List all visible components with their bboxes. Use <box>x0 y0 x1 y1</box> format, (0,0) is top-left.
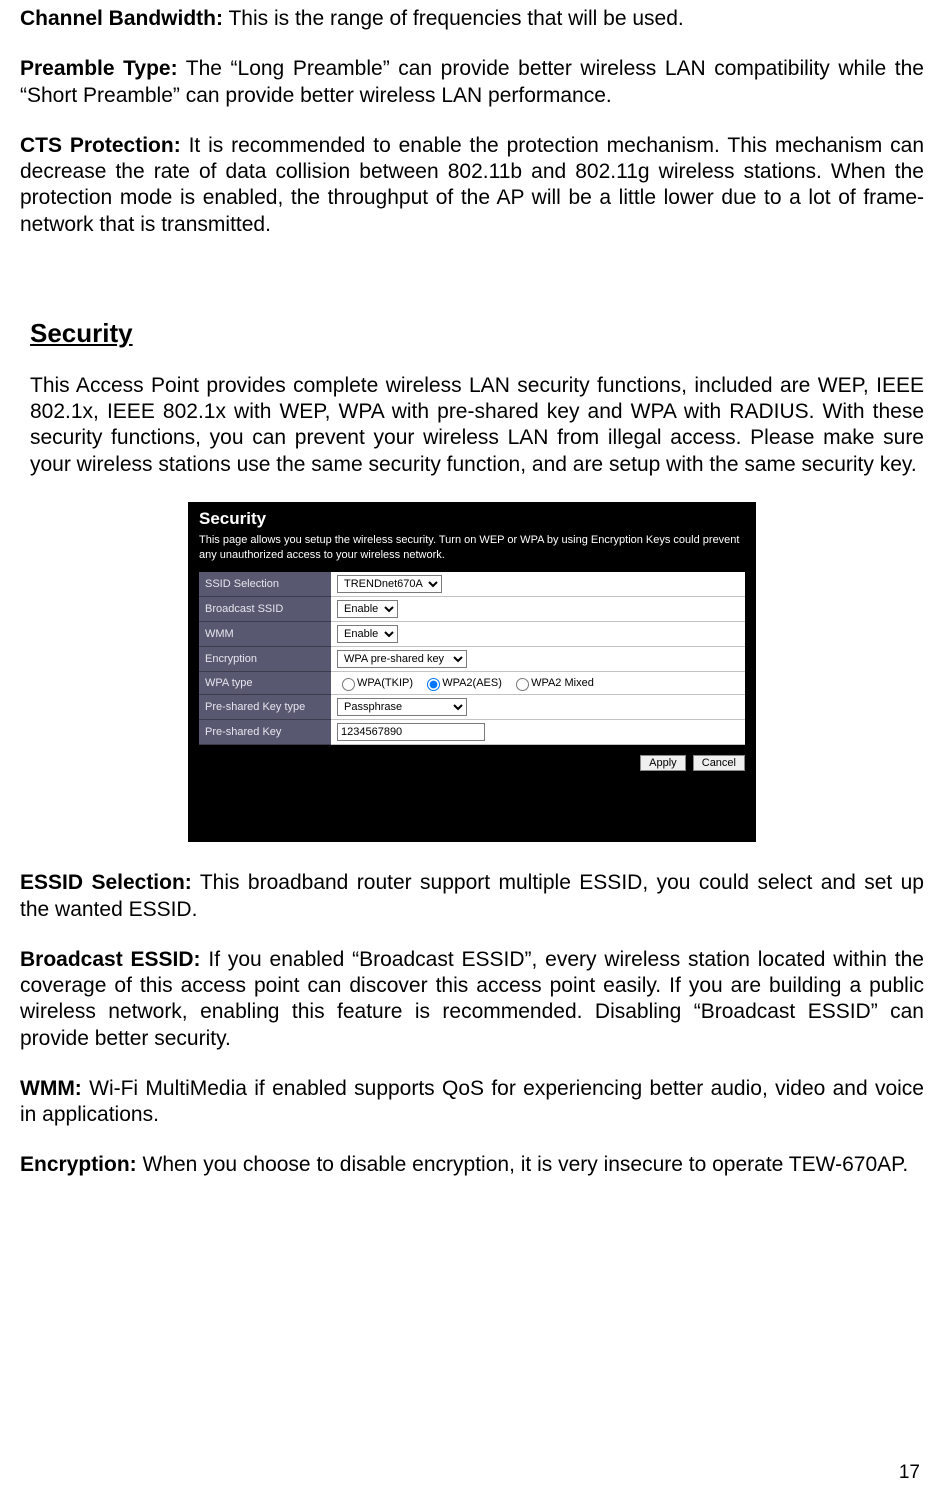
label-encryption-para: Encryption: <box>20 1153 137 1176</box>
cell-broadcast-ssid: Enable <box>331 597 745 622</box>
row-psk-type: Pre-shared Key type Passphrase <box>199 695 745 720</box>
radio-wpa2-aes-label[interactable]: WPA2(AES) <box>422 677 502 689</box>
radio-wpa2-mixed-label[interactable]: WPA2 Mixed <box>511 677 594 689</box>
text-wmm-para: Wi-Fi MultiMedia if enabled supports QoS… <box>20 1077 924 1126</box>
para-security-intro: This Access Point provides complete wire… <box>30 373 924 478</box>
radio-wpa2-mixed[interactable] <box>516 678 529 691</box>
label-wmm-para: WMM: <box>20 1077 82 1100</box>
row-psk: Pre-shared Key <box>199 720 745 745</box>
cell-ssid-selection: TRENDnet670A <box>331 572 745 597</box>
text-channel-bandwidth: This is the range of frequencies that wi… <box>223 7 684 30</box>
para-wmm: WMM: Wi-Fi MultiMedia if enabled support… <box>20 1076 924 1129</box>
para-essid-selection: ESSID Selection: This broadband router s… <box>20 870 924 923</box>
radio-wpa-tkip[interactable] <box>342 678 355 691</box>
text-encryption-para: When you choose to disable encryption, i… <box>137 1153 909 1176</box>
cell-encryption: WPA pre-shared key <box>331 647 745 672</box>
label-psk: Pre-shared Key <box>199 720 331 745</box>
security-panel-wrap: Security This page allows you setup the … <box>20 502 924 843</box>
select-psk-type[interactable]: Passphrase <box>337 698 467 716</box>
para-cts-protection: CTS Protection: It is recommended to ena… <box>20 133 924 238</box>
para-channel-bandwidth: Channel Bandwidth: This is the range of … <box>20 6 924 32</box>
select-wmm[interactable]: Enable <box>337 625 398 643</box>
security-panel: Security This page allows you setup the … <box>188 502 756 843</box>
label-cts-protection: CTS Protection: <box>20 134 181 157</box>
radio-wpa2-aes-text: WPA2(AES) <box>442 677 502 689</box>
label-psk-type: Pre-shared Key type <box>199 695 331 720</box>
button-row: Apply Cancel <box>199 755 745 771</box>
para-encryption: Encryption: When you choose to disable e… <box>20 1152 924 1178</box>
page: Channel Bandwidth: This is the range of … <box>0 0 944 1494</box>
label-wmm: WMM <box>199 622 331 647</box>
label-preamble-type: Preamble Type: <box>20 57 178 80</box>
panel-spacer <box>199 771 745 831</box>
cell-psk <box>331 720 745 745</box>
radio-wpa2-aes[interactable] <box>427 678 440 691</box>
cell-wpa-type: WPA(TKIP) WPA2(AES) WPA2 Mixed <box>331 672 745 695</box>
para-broadcast-essid: Broadcast ESSID: If you enabled “Broadca… <box>20 947 924 1052</box>
label-wpa-type: WPA type <box>199 672 331 695</box>
para-preamble-type: Preamble Type: The “Long Preamble” can p… <box>20 56 924 109</box>
panel-title: Security <box>199 509 745 529</box>
cell-wmm: Enable <box>331 622 745 647</box>
select-broadcast-ssid[interactable]: Enable <box>337 600 398 618</box>
cell-psk-type: Passphrase <box>331 695 745 720</box>
apply-button[interactable]: Apply <box>640 755 686 771</box>
label-encryption: Encryption <box>199 647 331 672</box>
page-number: 17 <box>899 1462 920 1484</box>
row-wpa-type: WPA type WPA(TKIP) WPA2(AES) WPA2 Mixed <box>199 672 745 695</box>
radio-wpa2-mixed-text: WPA2 Mixed <box>531 677 594 689</box>
radio-wpa-tkip-label[interactable]: WPA(TKIP) <box>337 677 413 689</box>
label-broadcast-essid: Broadcast ESSID: <box>20 948 201 971</box>
label-essid-selection: ESSID Selection: <box>20 871 192 894</box>
row-ssid-selection: SSID Selection TRENDnet670A <box>199 572 745 597</box>
cancel-button[interactable]: Cancel <box>693 755 745 771</box>
select-encryption[interactable]: WPA pre-shared key <box>337 650 467 668</box>
row-wmm: WMM Enable <box>199 622 745 647</box>
label-broadcast-ssid: Broadcast SSID <box>199 597 331 622</box>
row-encryption: Encryption WPA pre-shared key <box>199 647 745 672</box>
panel-desc: This page allows you setup the wireless … <box>199 533 745 563</box>
heading-security: Security <box>30 318 924 349</box>
security-form-table: SSID Selection TRENDnet670A Broadcast SS… <box>199 572 745 745</box>
radio-wpa-tkip-text: WPA(TKIP) <box>357 677 413 689</box>
label-ssid-selection: SSID Selection <box>199 572 331 597</box>
select-ssid[interactable]: TRENDnet670A <box>337 575 442 593</box>
label-channel-bandwidth: Channel Bandwidth: <box>20 7 223 30</box>
row-broadcast-ssid: Broadcast SSID Enable <box>199 597 745 622</box>
input-psk[interactable] <box>337 723 485 741</box>
